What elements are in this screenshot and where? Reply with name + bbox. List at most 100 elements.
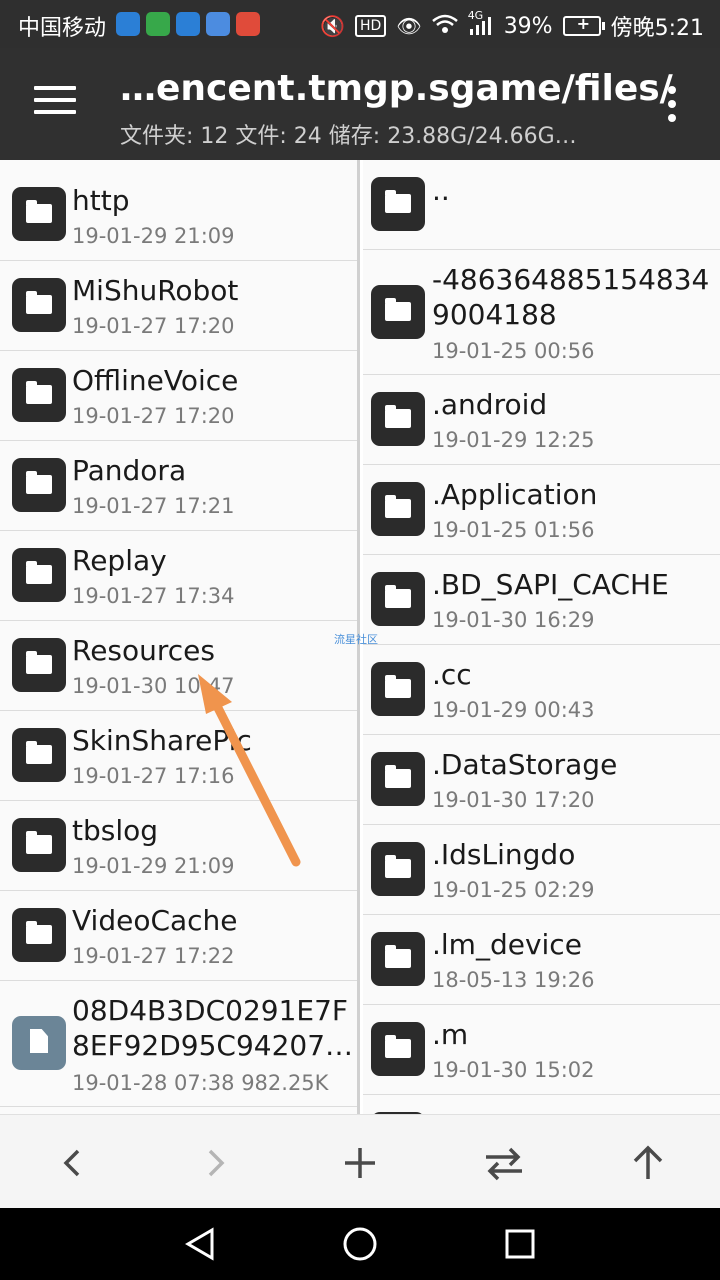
folder-icon: [12, 458, 66, 512]
right-file-pane[interactable]: .. -486364885154834 9004188 19-01-25 00:…: [363, 160, 720, 1114]
item-meta: 19-01-30 16:29: [432, 608, 595, 632]
item-meta: 19-01-27 17:20: [72, 314, 235, 338]
folder-icon: [371, 1022, 425, 1076]
item-meta: 19-01-29 21:09: [72, 224, 235, 248]
item-meta: 19-01-27 17:20: [72, 404, 235, 428]
item-name: .lm_device: [432, 928, 582, 961]
list-item[interactable]: .cc 19-01-29 00:43: [363, 645, 720, 735]
wifi-app-icon: [116, 12, 140, 36]
folder-icon: [371, 482, 425, 536]
media-app-icon: [236, 12, 260, 36]
folder-icon: [12, 278, 66, 332]
list-item[interactable]: Resources 19-01-30 10:47: [0, 621, 357, 711]
item-meta: 19-01-27 17:22: [72, 944, 235, 968]
list-item[interactable]: VideoCache 19-01-27 17:22: [0, 891, 357, 981]
item-name: MiShuRobot: [72, 274, 239, 307]
item-meta: 18-05-13 19:26: [432, 968, 595, 992]
folder-icon: [371, 572, 425, 626]
home-circle-icon[interactable]: [340, 1224, 380, 1264]
item-name-line2: 9004188: [432, 298, 557, 331]
item-meta: 19-01-27 17:21: [72, 494, 235, 518]
folder-icon: [371, 842, 425, 896]
folder-icon: [12, 728, 66, 782]
chevron-right-icon[interactable]: [188, 1135, 244, 1191]
chevron-left-icon[interactable]: [44, 1135, 100, 1191]
item-name: Pandora: [72, 454, 187, 487]
item-meta: 19-01-29 12:25: [432, 428, 595, 452]
item-meta: 19-01-30 15:02: [432, 1058, 595, 1082]
recents-square-icon[interactable]: [500, 1224, 540, 1264]
app-toolbar: …encent.tmgp.sgame/files/ 文件夹: 12 文件: 24…: [0, 48, 720, 160]
item-meta: 19-01-25 00:56: [432, 339, 595, 363]
item-name: tbslog: [72, 814, 159, 847]
item-meta: 19-01-30 10:47: [72, 674, 235, 698]
plus-icon[interactable]: [332, 1135, 388, 1191]
watermark-text: 流星社区: [334, 633, 378, 646]
item-name: SkinSharePic: [72, 724, 252, 757]
list-item[interactable]: .android 19-01-29 12:25: [363, 375, 720, 465]
folder-icon: [371, 177, 425, 231]
signal-icon: 4G: [468, 9, 494, 38]
item-name: .android: [432, 388, 548, 421]
list-item[interactable]: 08D4B3DC0291E7F 8EF92D95C94207… 19-01-28…: [0, 981, 357, 1107]
arrow-up-icon[interactable]: [620, 1135, 676, 1191]
list-item[interactable]: ..: [363, 160, 720, 250]
list-item[interactable]: .IdsLingdo 19-01-25 02:29: [363, 825, 720, 915]
back-triangle-icon[interactable]: [180, 1224, 220, 1264]
item-name: .BD_SAPI_CACHE: [432, 568, 669, 601]
list-item[interactable]: tbslog 19-01-29 21:09: [0, 801, 357, 891]
folder-icon: [371, 932, 425, 986]
item-name: .IdsLingdo: [432, 838, 576, 871]
item-name: Replay: [72, 544, 167, 577]
item-meta: 19-01-29 21:09: [72, 854, 235, 878]
list-item[interactable]: Replay 19-01-27 17:34: [0, 531, 357, 621]
list-item[interactable]: OfflineVoice 19-01-27 17:20: [0, 351, 357, 441]
item-meta: 19-01-25 02:29: [432, 878, 595, 902]
network-type-badge: 4G: [467, 8, 484, 22]
list-item[interactable]: .m 19-01-30 15:02: [363, 1005, 720, 1095]
item-name-line1: -486364885154834: [432, 263, 710, 296]
folder-icon: [12, 548, 66, 602]
item-name: Resources: [72, 634, 215, 667]
video-app-icon: [206, 12, 230, 36]
item-name: .cc: [432, 658, 472, 691]
folder-summary: 文件夹: 12 文件: 24 储存: 23.88G/24.66G…: [120, 124, 577, 149]
swap-icon[interactable]: [476, 1135, 532, 1191]
file-icon: [12, 1016, 66, 1070]
chat-app-icon: [146, 12, 170, 36]
folder-icon: [371, 392, 425, 446]
folder-icon: [12, 908, 66, 962]
menu-icon[interactable]: [34, 86, 76, 118]
more-options-icon[interactable]: [664, 86, 680, 126]
bottom-action-bar: [0, 1114, 720, 1209]
folder-icon: [12, 818, 66, 872]
item-name-line2: 8EF92D95C94207…: [72, 1029, 354, 1062]
status-bar: 中国移动 🔇 HD 👁 4G 39% + 傍晚5:21: [0, 0, 720, 48]
list-item[interactable]: MiShuRobot 19-01-27 17:20: [0, 261, 357, 351]
list-item[interactable]: .Application 19-01-25 01:56: [363, 465, 720, 555]
list-item[interactable]: .BD_SAPI_CACHE 19-01-30 16:29: [363, 555, 720, 645]
item-name: VideoCache: [72, 904, 238, 937]
list-item[interactable]: .DataStorage 19-01-30 17:20: [363, 735, 720, 825]
list-item[interactable]: .lm_device 18-05-13 19:26: [363, 915, 720, 1005]
battery-percent: 39%: [503, 13, 553, 39]
item-meta: 19-01-27 17:16: [72, 764, 235, 788]
left-file-pane[interactable]: http 19-01-29 21:09 MiShuRobot 19-01-27 …: [0, 160, 360, 1114]
wifi-icon: [431, 14, 458, 39]
folder-icon: [371, 752, 425, 806]
list-item[interactable]: [363, 1095, 720, 1114]
item-name-line1: 08D4B3DC0291E7F: [72, 994, 349, 1027]
list-item[interactable]: -486364885154834 9004188 19-01-25 00:56: [363, 250, 720, 375]
item-name: .Application: [432, 478, 598, 511]
folder-icon: [371, 662, 425, 716]
battery-icon: +: [562, 14, 605, 36]
item-name: ..: [432, 174, 450, 207]
list-item[interactable]: http 19-01-29 21:09: [0, 170, 357, 261]
list-item[interactable]: SkinSharePic 19-01-27 17:16: [0, 711, 357, 801]
item-name: http: [72, 184, 130, 217]
item-meta: 19-01-28 07:38 982.25K: [72, 1071, 329, 1095]
folder-icon: [12, 187, 66, 241]
notification-icons: [116, 12, 260, 36]
item-name: .m: [432, 1018, 469, 1051]
list-item[interactable]: Pandora 19-01-27 17:21: [0, 441, 357, 531]
